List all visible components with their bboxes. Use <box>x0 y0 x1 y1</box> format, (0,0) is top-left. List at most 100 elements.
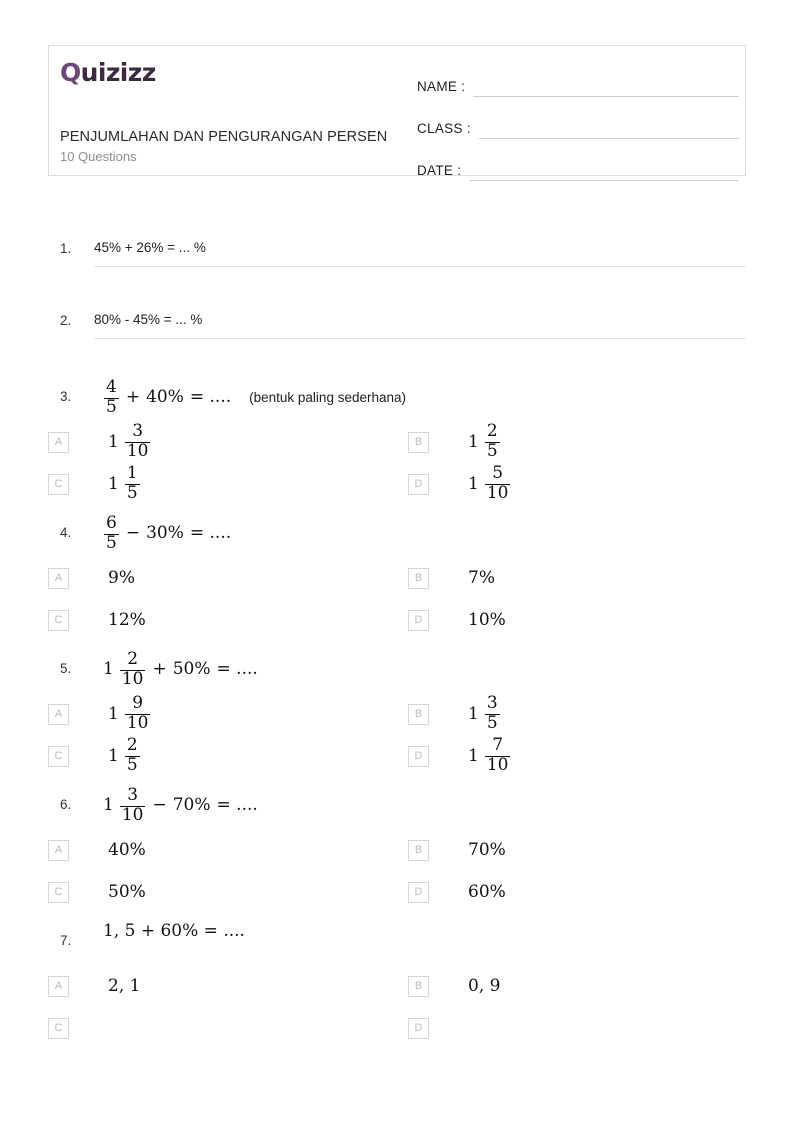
date-input-line[interactable] <box>469 160 739 181</box>
option-letter-box: A <box>48 975 69 997</box>
worksheet-page: { "header": { "logo_text": "Quizizz", "l… <box>0 0 794 1123</box>
option-c[interactable]: C 12% <box>48 599 408 641</box>
option-content: 0, 9 <box>468 975 501 996</box>
option-c[interactable]: C 1 1 5 <box>48 463 408 505</box>
questions-list: 1. 45% + 26% = ... % 2. 80% - 45% = ... … <box>0 228 794 1049</box>
operator: − <box>125 523 141 544</box>
options-grid: A 9% B 7% C 12% D 10% <box>48 557 794 641</box>
option-b[interactable]: B 1 3 5 <box>408 693 768 735</box>
option-a[interactable]: A 40% <box>48 829 408 871</box>
fraction-numerator: 2 <box>126 735 138 756</box>
option-content: 1 2 5 <box>468 421 501 461</box>
option-content: 1 1 5 <box>108 464 141 503</box>
question-stem: 6. 1 3 10 − 70% = .... <box>0 783 794 829</box>
question-1: 1. 45% + 26% = ... % <box>0 228 794 285</box>
option-a[interactable]: A 1 3 10 <box>48 421 408 463</box>
option-content: 1 3 10 <box>108 422 151 461</box>
option-d[interactable]: D 10% <box>408 599 768 641</box>
option-letter-box: D <box>408 609 429 631</box>
question-formula: 4 5 + 40% = .... (bentuk paling sederhan… <box>103 377 406 417</box>
question-5: 5. 1 2 10 + 50% = .... A 1 9 10 B 1 3 5 … <box>0 647 794 777</box>
option-letter-box: C <box>48 881 69 903</box>
option-letter-box: B <box>408 975 429 997</box>
option-content: 7% <box>468 567 495 588</box>
fraction-numerator: 3 <box>486 693 498 714</box>
option-d[interactable]: D 60% <box>408 871 768 913</box>
question-text: 45% + 26% = ... % <box>94 240 206 255</box>
options-grid: A 40% B 70% C 50% D 60% <box>48 829 794 913</box>
fraction-denominator: 10 <box>119 804 146 825</box>
worksheet-header: Quizizz PENJUMLAHAN DAN PENGURANGAN PERS… <box>48 45 746 181</box>
option-c[interactable]: C 50% <box>48 871 408 913</box>
question-number: 1. <box>60 241 72 256</box>
option-letter-box: A <box>48 839 69 861</box>
option-letter-box: C <box>48 609 69 631</box>
question-stem: 7. 1, 5 + 60% = .... <box>0 919 794 965</box>
option-b[interactable]: B 0, 9 <box>408 965 768 1007</box>
option-c[interactable]: C <box>48 1007 408 1049</box>
option-content: 1 7 10 <box>468 735 511 775</box>
fraction: 7 10 <box>484 735 511 775</box>
question-formula: 1 2 10 + 50% = .... <box>103 650 264 689</box>
equals-blank: = .... <box>189 387 232 408</box>
date-field-row: DATE : <box>417 149 739 181</box>
right-operand: 40% <box>146 387 184 408</box>
fraction: 6 5 <box>104 514 119 553</box>
fraction-numerator: 2 <box>486 421 498 442</box>
page-title: PENJUMLAHAN DAN PENGURANGAN PERSEN <box>60 129 388 145</box>
fraction-numerator: 4 <box>106 377 117 397</box>
name-input-line[interactable] <box>473 76 739 97</box>
question-formula: 6 5 − 30% = .... <box>103 514 237 553</box>
question-count-label: 10 Questions <box>60 149 137 164</box>
options-grid: A 2, 1 B 0, 9 C D <box>48 965 794 1049</box>
question-text: 80% - 45% = ... % <box>94 312 203 327</box>
option-a[interactable]: A 1 9 10 <box>48 693 408 735</box>
question-6: 6. 1 3 10 − 70% = .... A 40% B 70% C 50%… <box>0 783 794 913</box>
option-b[interactable]: B 1 2 5 <box>408 421 768 463</box>
option-a[interactable]: A 2, 1 <box>48 965 408 1007</box>
question-note: (bentuk paling sederhana) <box>249 390 406 406</box>
option-letter-box: A <box>48 703 69 725</box>
option-b[interactable]: B 70% <box>408 829 768 871</box>
logo-q-glyph: Q <box>60 58 81 87</box>
fraction: 3 10 <box>119 786 146 825</box>
class-input-line[interactable] <box>478 118 739 139</box>
option-b[interactable]: B 7% <box>408 557 768 599</box>
option-letter-box: B <box>408 431 429 453</box>
formula-expression: 4 5 + 40% = .... <box>103 377 237 417</box>
whole-number: 1 <box>108 745 119 766</box>
name-field-label: NAME : <box>417 79 466 94</box>
student-info-fields: NAME : CLASS : DATE : <box>417 65 739 191</box>
fraction-denominator: 5 <box>484 713 500 733</box>
whole-number: 1 <box>468 473 479 494</box>
option-letter-box: D <box>408 473 429 495</box>
fraction-denominator: 10 <box>124 441 151 461</box>
fraction-denominator: 5 <box>104 532 119 553</box>
answer-line[interactable] <box>94 266 746 267</box>
option-d[interactable]: D 1 7 10 <box>408 735 768 777</box>
option-letter-box: C <box>48 745 69 767</box>
question-7: 7. 1, 5 + 60% = .... A 2, 1 B 0, 9 C D <box>0 919 794 1049</box>
fraction: 5 10 <box>484 464 511 503</box>
option-c[interactable]: C 1 2 5 <box>48 735 408 777</box>
option-content: 10% <box>468 609 506 630</box>
name-field-row: NAME : <box>417 65 739 97</box>
option-d[interactable]: D 1 5 10 <box>408 463 768 505</box>
fraction: 3 5 <box>484 693 500 733</box>
question-number: 7. <box>60 933 72 948</box>
fraction: 9 10 <box>124 694 151 733</box>
equals-blank: = .... <box>216 659 258 680</box>
options-grid: A 1 3 10 B 1 2 5 C 1 1 5 D 1 5 10 <box>48 421 794 505</box>
option-letter-box: C <box>48 473 69 495</box>
option-a[interactable]: A 9% <box>48 557 408 599</box>
answer-line[interactable] <box>94 338 746 339</box>
question-number: 3. <box>60 389 72 404</box>
option-letter-box: D <box>408 1017 429 1039</box>
fraction-numerator: 7 <box>492 735 504 756</box>
fraction: 4 5 <box>104 377 119 417</box>
option-d[interactable]: D <box>408 1007 768 1049</box>
option-content: 40% <box>108 839 146 860</box>
date-field-label: DATE : <box>417 163 462 178</box>
formula-expression: 6 5 − 30% = .... <box>103 514 237 553</box>
fraction: 2 5 <box>124 735 140 775</box>
